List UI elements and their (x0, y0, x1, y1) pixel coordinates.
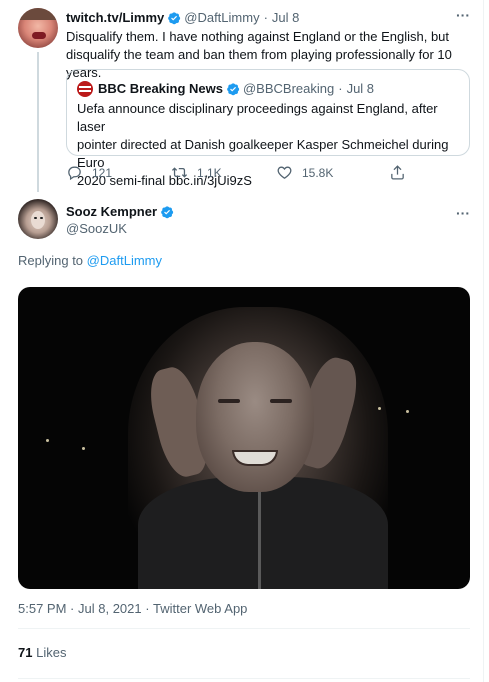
media-zip (258, 492, 261, 589)
main-handle[interactable]: @SoozUK (66, 221, 127, 236)
share-icon (391, 165, 404, 180)
quote-name-row: BBC Breaking News @BBCBreaking · Jul 8 (98, 81, 374, 97)
action-bar: 121 1.1K 15.8K (66, 164, 416, 184)
tweet-video-media[interactable] (18, 287, 470, 589)
media-face (196, 342, 314, 492)
avatar-eye (40, 217, 43, 219)
share-button[interactable] (389, 164, 415, 181)
tweet-source[interactable]: Twitter Web App (153, 601, 247, 616)
media-eye (218, 399, 240, 403)
parent-tweet[interactable]: twitch.tv/Limmy @DaftLimmy · Jul 8 ··· D… (0, 0, 484, 192)
verified-badge-icon (168, 12, 181, 25)
tweet-meta: 5:57 PM · Jul 8, 2021 · Twitter Web App (18, 601, 247, 616)
main-avatar[interactable] (18, 199, 58, 239)
verified-badge-icon (227, 83, 240, 96)
verified-badge-icon (161, 205, 174, 218)
separator: · (70, 601, 75, 616)
reply-button[interactable]: 121 (66, 164, 112, 181)
quoted-tweet-card[interactable]: BBC Breaking News @BBCBreaking · Jul 8 U… (66, 69, 470, 188)
parent-date[interactable]: Jul 8 (272, 10, 299, 26)
parent-name-row: twitch.tv/Limmy @DaftLimmy · Jul 8 (66, 10, 299, 26)
replying-to-link[interactable]: @DaftLimmy (87, 253, 162, 268)
replying-to: Replying to @DaftLimmy (18, 253, 162, 268)
reply-count: 121 (92, 165, 113, 180)
more-icon[interactable]: ··· (453, 206, 473, 223)
replying-prefix: Replying to (18, 253, 84, 268)
avatar-eye (34, 217, 37, 219)
likes-count: 71 (18, 645, 33, 660)
parent-avatar[interactable] (18, 8, 58, 48)
quote-display-name: BBC Breaking News (98, 81, 223, 96)
avatar-face (31, 211, 45, 229)
quote-text-line: Uefa announce disciplinary proceedings a… (77, 101, 438, 134)
avatar-hair (18, 8, 58, 20)
like-count: 15.8K (302, 165, 334, 180)
bbc-news-logo-icon (77, 81, 93, 97)
main-display-name-row: Sooz Kempner (66, 204, 177, 219)
tweet-time[interactable]: 5:57 PM (18, 601, 66, 616)
separator: · (338, 81, 343, 96)
likes-stat[interactable]: 71 Likes (18, 645, 66, 660)
media-light (46, 439, 49, 442)
heart-icon (277, 166, 292, 179)
media-light (82, 447, 85, 450)
divider (18, 628, 470, 629)
parent-text-line: Disqualify them. I have nothing against … (66, 29, 450, 44)
media-eye (270, 399, 292, 403)
main-display-name[interactable]: Sooz Kempner (66, 204, 157, 219)
parent-handle[interactable]: @DaftLimmy (184, 10, 259, 26)
quote-date: Jul 8 (346, 81, 375, 96)
parent-display-name[interactable]: twitch.tv/Limmy (66, 10, 164, 26)
retweet-icon (171, 167, 188, 178)
tweet-date[interactable]: Jul 8, 2021 (78, 601, 142, 616)
separator: · (145, 601, 150, 616)
like-button[interactable]: 15.8K (276, 164, 333, 181)
thread-line (37, 52, 39, 192)
media-light (406, 410, 409, 413)
media-hoodie (138, 477, 388, 589)
more-icon[interactable]: ··· (453, 8, 473, 25)
avatar-mouth (32, 32, 46, 39)
media-light (378, 407, 381, 410)
quote-handle: @BBCBreaking (242, 81, 335, 96)
retweet-count: 1.1K (197, 165, 222, 180)
reply-icon (68, 166, 81, 181)
likes-label: Likes (36, 645, 67, 660)
separator: · (263, 10, 268, 25)
retweet-button[interactable]: 1.1K (171, 164, 222, 181)
divider (18, 678, 470, 679)
